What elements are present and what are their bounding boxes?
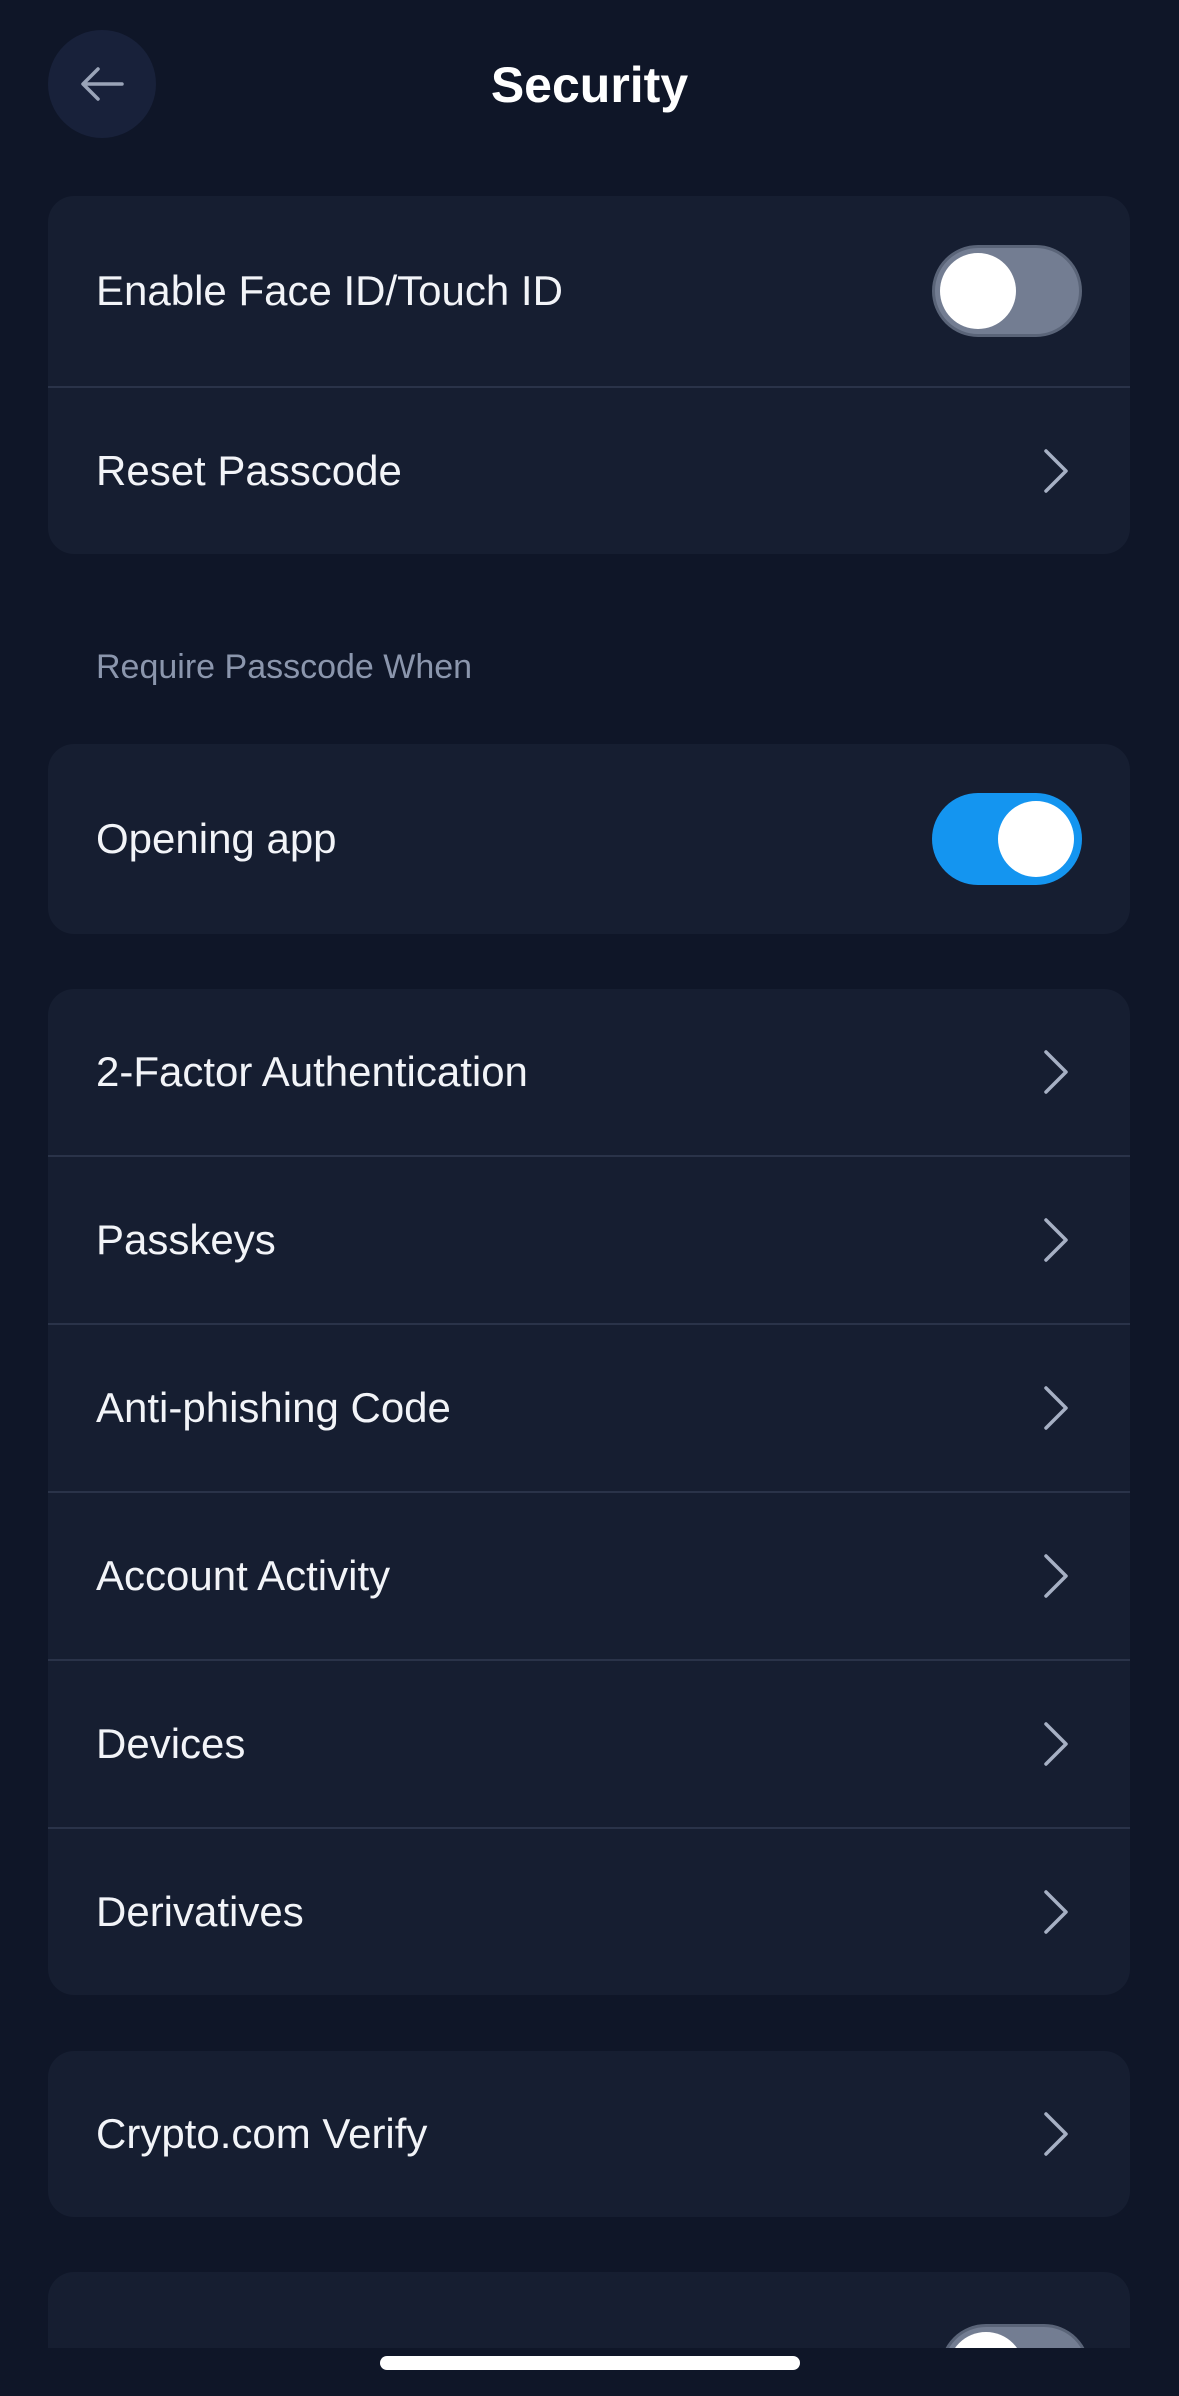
chevron-right-icon — [1036, 1888, 1076, 1936]
row-label: Anti-phishing Code — [96, 1384, 451, 1431]
chevron-right-icon — [1036, 1216, 1076, 1264]
row-label: Passkeys — [96, 1216, 276, 1263]
chevron-right-icon — [1036, 1048, 1076, 1096]
chevron-right-icon — [1036, 1552, 1076, 1600]
toggle-knob — [940, 253, 1016, 329]
row-derivatives[interactable]: Derivatives — [48, 1827, 1130, 1995]
face-id-row[interactable]: Enable Face ID/Touch ID — [48, 196, 1130, 386]
chevron-right-icon — [1036, 2110, 1076, 2158]
verify-card: Crypto.com Verify — [48, 2051, 1130, 2217]
row-label: Account Activity — [96, 1552, 391, 1599]
page-title: Security — [490, 57, 689, 113]
toggle-knob — [998, 801, 1074, 877]
row-anti-phishing-code[interactable]: Anti-phishing Code — [48, 1323, 1130, 1491]
opening-app-label: Opening app — [96, 815, 337, 862]
row-crypto-verify[interactable]: Crypto.com Verify — [48, 2051, 1130, 2217]
chevron-right-icon — [1036, 447, 1076, 495]
home-indicator[interactable] — [380, 2356, 800, 2370]
face-id-label: Enable Face ID/Touch ID — [96, 267, 563, 314]
section-label-require-passcode: Require Passcode When — [96, 648, 473, 686]
opening-app-toggle[interactable] — [932, 793, 1082, 885]
reset-passcode-row[interactable]: Reset Passcode — [48, 386, 1130, 554]
row-passkeys[interactable]: Passkeys — [48, 1155, 1130, 1323]
face-id-toggle[interactable] — [932, 245, 1082, 337]
row-account-activity[interactable]: Account Activity — [48, 1491, 1130, 1659]
security-options-card: 2-Factor Authentication Passkeys Anti-ph… — [48, 989, 1130, 1995]
row-label: Crypto.com Verify — [96, 2110, 428, 2157]
reset-passcode-label: Reset Passcode — [96, 447, 402, 494]
row-devices[interactable]: Devices — [48, 1659, 1130, 1827]
row-label: 2-Factor Authentication — [96, 1048, 528, 1095]
row-2-factor-authentication[interactable]: 2-Factor Authentication — [48, 989, 1130, 1155]
opening-app-row[interactable]: Opening app — [48, 744, 1130, 934]
header-bar: Security — [0, 0, 1179, 170]
chevron-right-icon — [1036, 1720, 1076, 1768]
row-label: Devices — [96, 1720, 246, 1767]
require-passcode-card: Opening app — [48, 744, 1130, 934]
biometric-card: Enable Face ID/Touch ID Reset Passcode — [48, 196, 1130, 554]
row-label: Derivatives — [96, 1888, 304, 1935]
chevron-right-icon — [1036, 1384, 1076, 1432]
